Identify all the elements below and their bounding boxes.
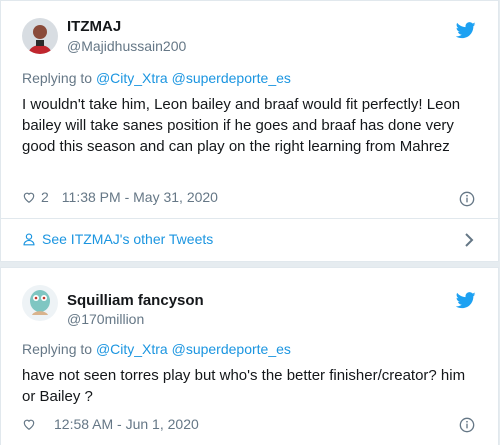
twitter-bird-icon[interactable]: [456, 22, 476, 39]
avatar[interactable]: [22, 285, 58, 321]
like-count[interactable]: 2: [41, 189, 49, 205]
chevron-right-icon[interactable]: [464, 232, 474, 248]
info-icon[interactable]: [459, 417, 475, 433]
timestamp-link[interactable]: 11:38 PM - May 31, 2020: [62, 189, 218, 205]
divider: [1, 218, 500, 219]
reply-context: Replying to @City_Xtra @superdeporte_es: [22, 341, 291, 357]
tweet-card[interactable]: ITZMAJ @Majidhussain200 Replying to @Cit…: [0, 0, 500, 262]
tweet-card[interactable]: Squilliam fancyson @170million Replying …: [0, 267, 499, 445]
author-name[interactable]: ITZMAJ: [67, 18, 121, 35]
timestamp-link[interactable]: 12:58 AM - Jun 1, 2020: [54, 416, 199, 432]
reply-prefix: Replying to: [22, 70, 96, 86]
heart-icon[interactable]: [22, 417, 36, 431]
avatar[interactable]: [22, 18, 58, 54]
tweet-meta: 12:58 AM - Jun 1, 2020: [22, 416, 199, 432]
twitter-bird-icon[interactable]: [456, 292, 476, 309]
tweet-text: have not seen torres play but who's the …: [22, 367, 466, 405]
see-other-tweets-label[interactable]: See ITZMAJ's other Tweets: [42, 231, 213, 247]
author-name[interactable]: Squilliam fancyson: [67, 292, 204, 309]
reply-context: Replying to @City_Xtra @superdeporte_es: [22, 70, 291, 86]
see-other-tweets-link[interactable]: See ITZMAJ's other Tweets: [22, 231, 213, 247]
author-handle[interactable]: @Majidhussain200: [67, 38, 186, 54]
tweet-text: I wouldn't take him, Leon bailey and bra…: [22, 96, 461, 155]
info-icon[interactable]: [459, 191, 475, 207]
reply-mentions-link[interactable]: @City_Xtra @superdeporte_es: [96, 341, 291, 357]
author-handle[interactable]: @170million: [67, 311, 144, 327]
tweet-meta: 2 11:38 PM - May 31, 2020: [22, 189, 218, 205]
reply-prefix: Replying to: [22, 341, 96, 357]
person-icon: [23, 233, 35, 246]
heart-icon[interactable]: [22, 190, 36, 204]
reply-mentions-link[interactable]: @City_Xtra @superdeporte_es: [96, 70, 291, 86]
